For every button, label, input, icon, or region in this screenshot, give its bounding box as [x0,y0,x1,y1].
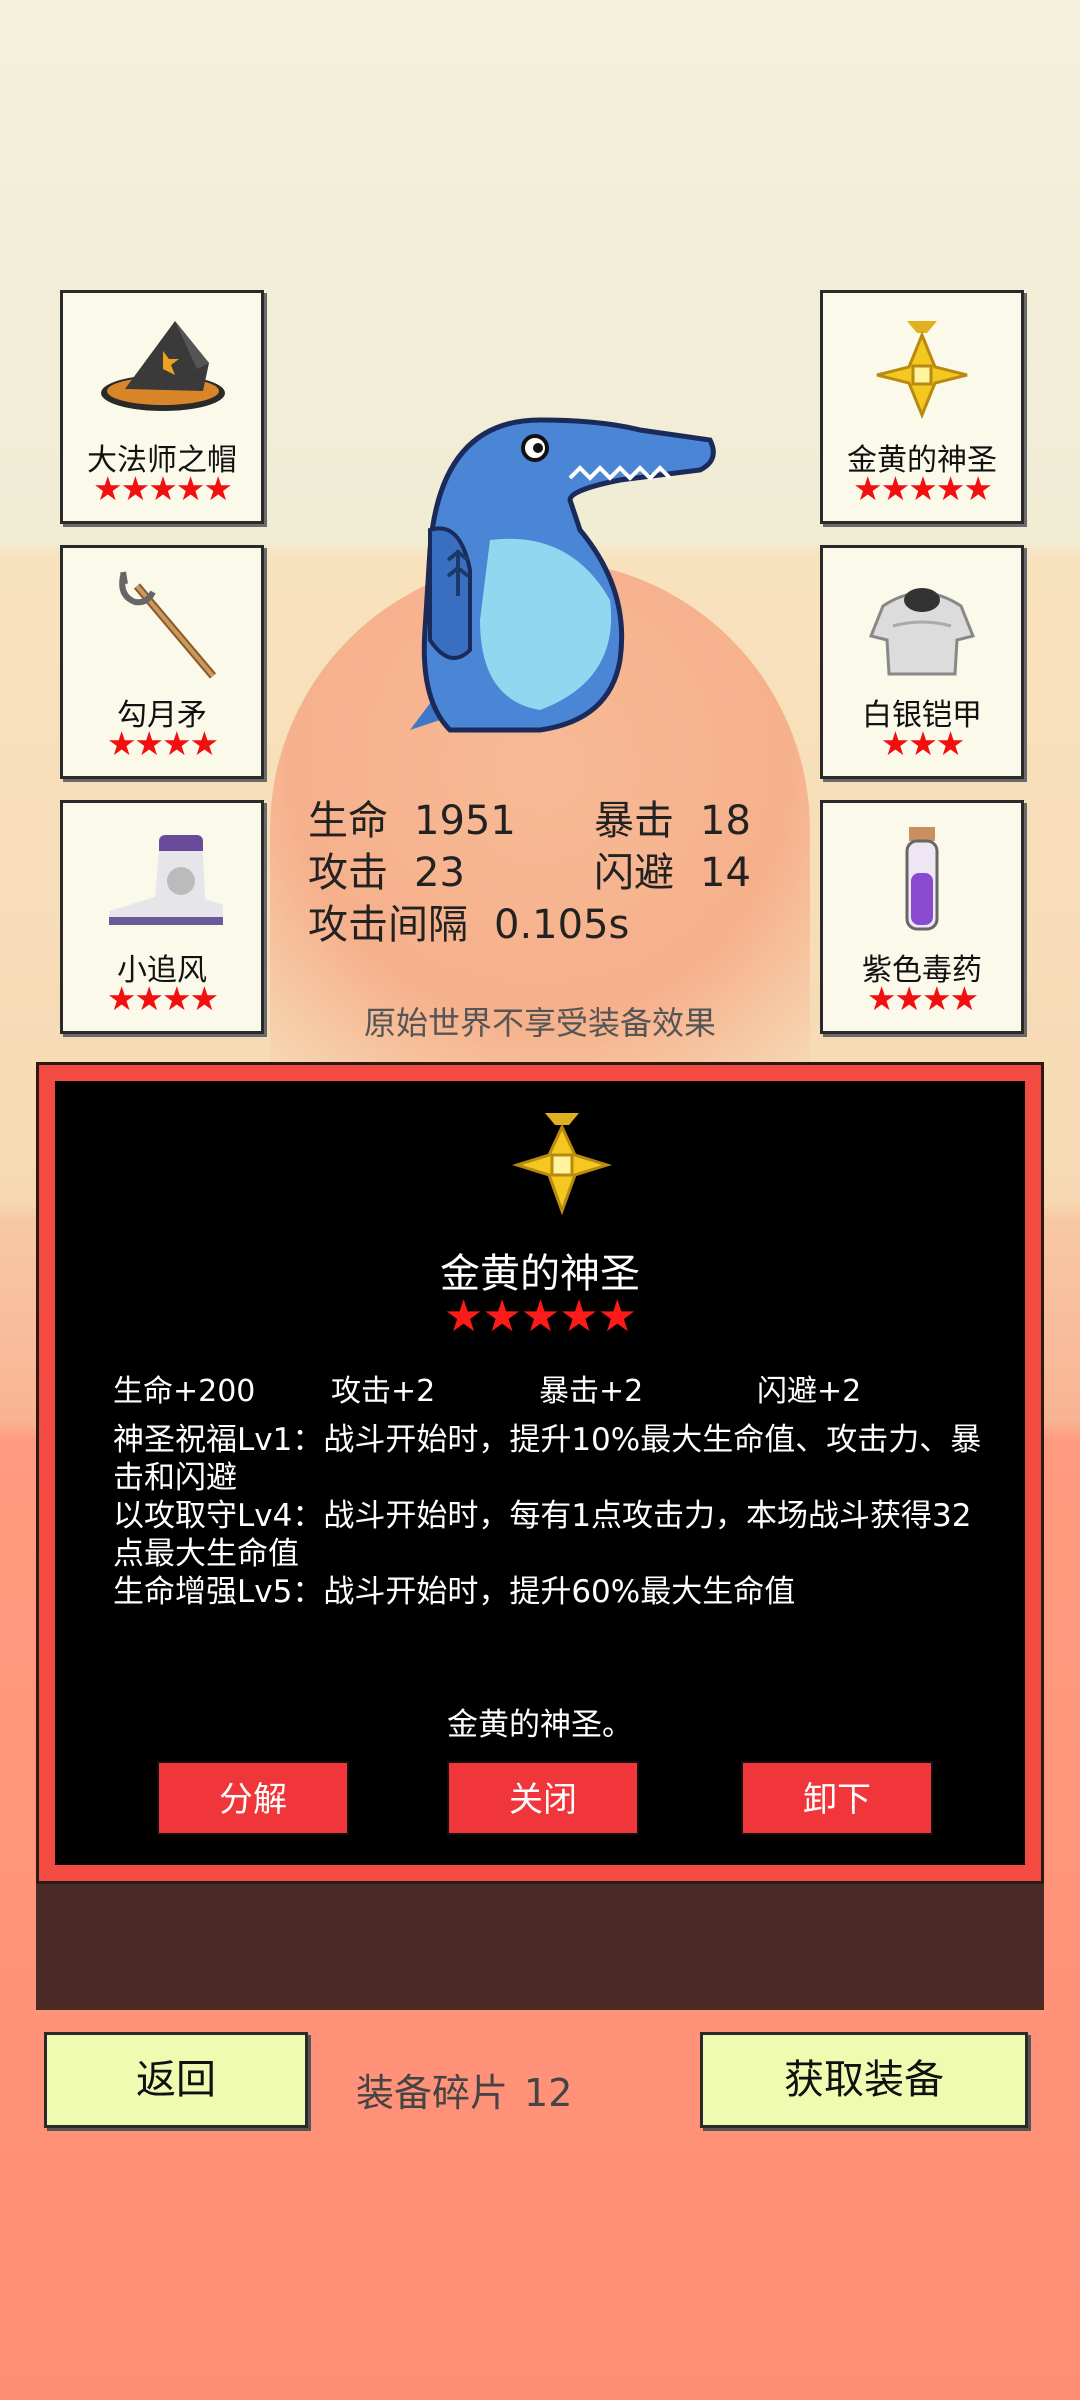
silver-armor-icon [823,566,1021,686]
equip-slot-spear[interactable]: 勾月矛 ★★★★ [60,545,264,779]
stat-label: 攻击间隔 [308,902,468,948]
stat-crit: 暴击 18 [594,788,751,846]
stat-interval: 攻击间隔 0.105s [308,892,629,950]
skill-list: 神圣祝福Lv1：战斗开始时，提升10%最大生命值、攻击力、暴击和闪避 以攻取守L… [113,1421,993,1611]
back-button[interactable]: 返回 [44,2032,308,2128]
item-rarity-stars: ★★★★★ [443,1291,637,1342]
stat-value: 23 [414,850,465,896]
gold-holy-cross-icon [507,1111,617,1221]
fragments-label: 装备碎片 [356,2071,509,2115]
skill-entry: 神圣祝福Lv1：战斗开始时，提升10%最大生命值、攻击力、暴击和闪避 [113,1422,982,1496]
stat-hp: 生命 1951 [308,788,516,846]
panel-shadow [36,1880,1044,2010]
panel-inner: 金黄的神圣 ★★★★★ 生命+200 攻击+2 暴击+2 闪避+2 神圣祝福Lv… [55,1081,1025,1865]
close-button[interactable]: 关闭 [447,1761,639,1835]
attr-dodge: 闪避+2 [757,1374,862,1409]
stat-label: 暴击 [594,798,674,844]
skill-entry: 以攻取守Lv4：战斗开始时，每有1点攻击力，本场战斗获得32点最大生命值 [113,1498,972,1572]
unequip-button[interactable]: 卸下 [741,1761,933,1835]
rarity-stars: ★★★★★ [93,469,233,508]
fragments-counter: 装备碎片 12 [356,2062,572,2117]
attr-crit: 暴击+2 [539,1374,644,1409]
stat-value: 1951 [414,798,516,844]
stat-label: 闪避 [594,850,674,896]
stat-label: 攻击 [308,850,388,896]
item-flavor-text: 金黄的神圣。 [447,1707,633,1743]
attr-hp: 生命+200 [113,1374,256,1409]
gold-holy-cross-icon [823,311,1021,431]
rarity-stars: ★★★ [880,724,966,763]
equip-slot-holy[interactable]: 金黄的神圣 ★★★★★ [820,290,1024,524]
stat-label: 生命 [308,798,388,844]
rarity-stars: ★★★★★ [853,469,993,508]
stat-value: 18 [700,798,751,844]
fragments-count: 12 [524,2071,573,2115]
stat-value: 14 [700,850,751,896]
decompose-button[interactable]: 分解 [157,1761,349,1835]
world-note: 原始世界不享受装备效果 [363,1004,716,1042]
stat-value: 0.105s [494,902,630,948]
purple-potion-icon [823,821,1021,941]
equip-slot-hat[interactable]: 大法师之帽 ★★★★★ [60,290,264,524]
wizard-hat-icon [63,311,261,431]
stat-atk: 攻击 23 [308,840,465,898]
get-equipment-button[interactable]: 获取装备 [700,2032,1028,2128]
attr-atk: 攻击+2 [331,1374,436,1409]
equip-slot-armor[interactable]: 白银铠甲 ★★★ [820,545,1024,779]
skill-entry: 生命增强Lv5：战斗开始时，提升60%最大生命值 [113,1574,796,1610]
item-detail-panel: 金黄的神圣 ★★★★★ 生命+200 攻击+2 暴击+2 闪避+2 神圣祝福Lv… [36,1062,1044,1884]
stat-dodge: 闪避 14 [594,840,751,898]
rarity-stars: ★★★★ [106,724,219,763]
trident-icon [63,566,261,686]
boot-icon [63,821,261,941]
blue-crocodile-icon [370,400,720,740]
